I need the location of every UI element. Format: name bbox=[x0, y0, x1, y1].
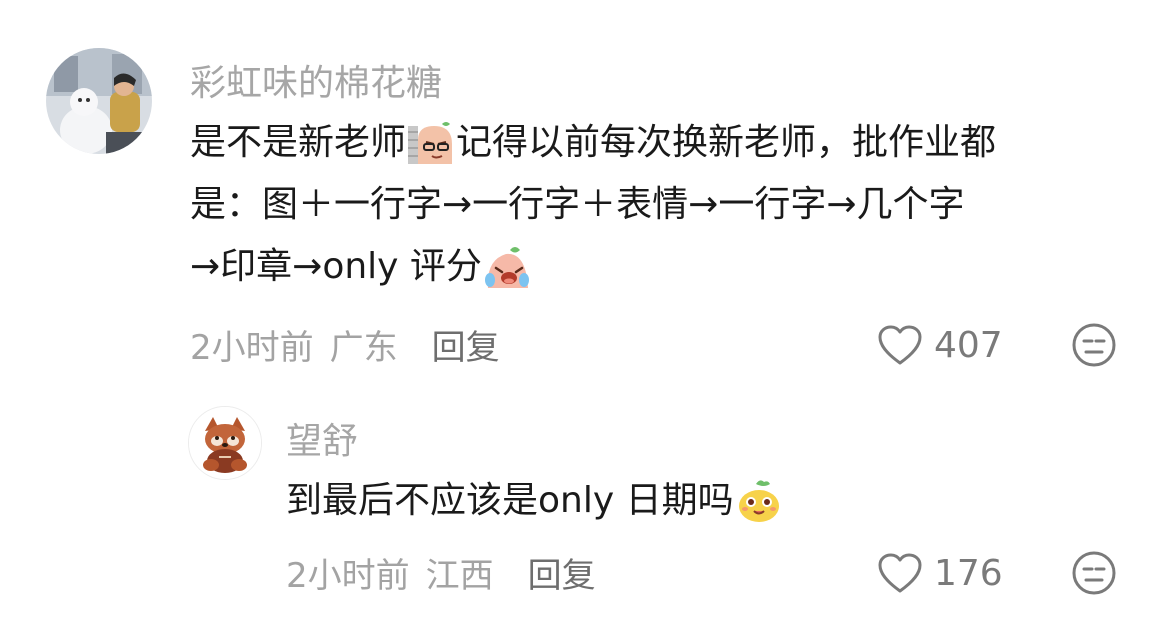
reply-button[interactable]: 回复 bbox=[528, 548, 596, 597]
avatar[interactable] bbox=[46, 48, 152, 154]
comment-time: 2小时前 bbox=[286, 555, 410, 596]
comment-time: 2小时前 bbox=[190, 327, 314, 368]
comment-meta: 2小时前 江西 回复 bbox=[286, 548, 596, 597]
comment-text-segment: 是不是新老师 bbox=[190, 122, 407, 163]
comment-text-segment: 是：图＋一行字→一行字＋表情→一行字→几个字 bbox=[190, 184, 965, 225]
dislike-button[interactable] bbox=[1070, 321, 1118, 373]
avatar[interactable] bbox=[188, 406, 262, 480]
like-count: 407 bbox=[934, 324, 1003, 366]
heart-outline-icon bbox=[878, 325, 922, 365]
comment-text-segment: 记得以前每次换新老师，批作业都 bbox=[456, 122, 997, 163]
dislike-button[interactable] bbox=[1070, 549, 1118, 601]
comment-location: 江西 bbox=[425, 555, 494, 596]
sly-face-emoji bbox=[408, 120, 454, 166]
comment-text-segment: →印章→only 评分 bbox=[190, 246, 482, 287]
like-count: 176 bbox=[934, 552, 1003, 594]
meh-face-icon bbox=[1072, 323, 1116, 367]
reply-button[interactable]: 回复 bbox=[432, 320, 500, 369]
like-button[interactable]: 176 bbox=[876, 550, 1003, 596]
like-button[interactable]: 407 bbox=[876, 322, 1003, 368]
heart-outline-icon bbox=[878, 553, 922, 593]
yellow-bean-emoji bbox=[736, 478, 782, 524]
comment-username[interactable]: 望舒 bbox=[286, 412, 358, 464]
comment-text-segment: 到最后不应该是only 日期吗 bbox=[286, 480, 734, 521]
comment-text: 到最后不应该是only 日期吗 bbox=[286, 470, 784, 532]
comment-location: 广东 bbox=[329, 327, 398, 368]
comment-text: 是不是新老师 记得以前每次换新老师，批作业都 是：图＋一行字→一行字＋表情→一行… bbox=[190, 112, 996, 298]
meh-face-icon bbox=[1072, 551, 1116, 595]
crying-laugh-emoji bbox=[484, 244, 530, 290]
comment-meta: 2小时前 广东 回复 bbox=[190, 320, 500, 369]
comment-username[interactable]: 彩虹味的棉花糖 bbox=[190, 54, 442, 106]
